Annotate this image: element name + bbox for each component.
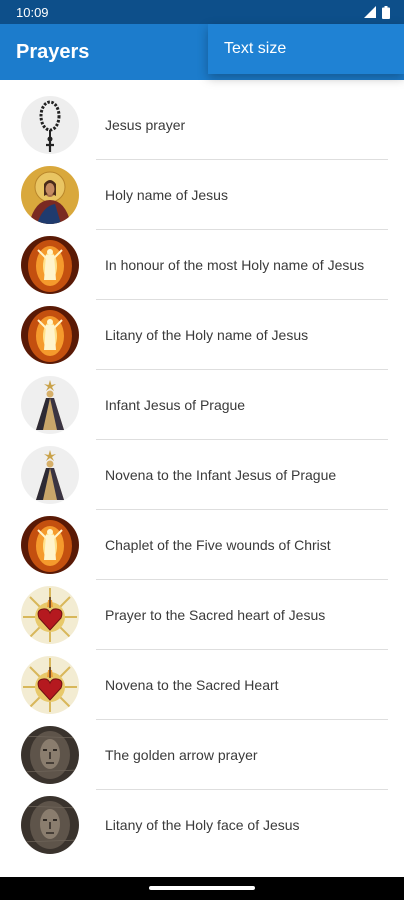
list-item-label: Litany of the Holy face of Jesus — [105, 817, 300, 833]
list-item[interactable]: Litany of the Holy face of Jesus — [0, 790, 404, 860]
list-item-label: Holy name of Jesus — [105, 187, 228, 203]
list-item-label: Litany of the Holy name of Jesus — [105, 327, 309, 343]
list-item-label: Infant Jesus of Prague — [105, 397, 246, 413]
menu-item-text-size[interactable]: Text size — [208, 24, 404, 74]
status-bar: 10:09 — [0, 0, 404, 24]
battery-icon — [382, 5, 390, 19]
list-item[interactable]: Jesus prayer — [0, 90, 404, 160]
list-item[interactable]: In honour of the most Holy name of Jesus — [0, 230, 404, 300]
list-item-label: Chaplet of the Five wounds of Christ — [105, 537, 331, 553]
list-item-label: Prayer to the Sacred heart of Jesus — [105, 607, 326, 623]
status-icons — [364, 5, 390, 19]
prayer-rope-icon — [21, 96, 79, 154]
list-item[interactable]: Litany of the Holy name of Jesus — [0, 300, 404, 370]
infant-jesus-image — [21, 376, 79, 434]
navigation-bar — [0, 877, 404, 900]
signal-icon — [364, 6, 376, 18]
list-item-label: The golden arrow prayer — [105, 747, 258, 763]
home-gesture-handle[interactable] — [149, 886, 255, 890]
overflow-menu: Text size — [208, 24, 404, 74]
risen-christ-image — [21, 306, 79, 364]
list-item-label: Novena to the Sacred Heart — [105, 677, 279, 693]
list-item[interactable]: Infant Jesus of Prague — [0, 370, 404, 440]
list-item[interactable]: Chaplet of the Five wounds of Christ — [0, 510, 404, 580]
status-time: 10:09 — [16, 4, 49, 20]
christ-icon-image — [21, 166, 79, 224]
list-item-label: Jesus prayer — [105, 117, 186, 133]
risen-christ-image — [21, 516, 79, 574]
prayer-list: Jesus prayer Holy name of Jesus In honou… — [0, 90, 404, 860]
holy-face-image — [21, 796, 79, 854]
page-title: Prayers — [16, 41, 90, 63]
sacred-heart-image — [21, 656, 79, 714]
list-item[interactable]: Novena to the Sacred Heart — [0, 650, 404, 720]
holy-face-image — [21, 726, 79, 784]
risen-christ-image — [21, 236, 79, 294]
list-item-label: Novena to the Infant Jesus of Prague — [105, 467, 337, 483]
list-item[interactable]: Prayer to the Sacred heart of Jesus — [0, 580, 404, 650]
list-item[interactable]: The golden arrow prayer — [0, 720, 404, 790]
list-item[interactable]: Holy name of Jesus — [0, 160, 404, 230]
list-item[interactable]: Novena to the Infant Jesus of Prague — [0, 440, 404, 510]
sacred-heart-image — [21, 586, 79, 644]
list-item-label: In honour of the most Holy name of Jesus — [105, 257, 365, 273]
infant-jesus-image — [21, 446, 79, 504]
